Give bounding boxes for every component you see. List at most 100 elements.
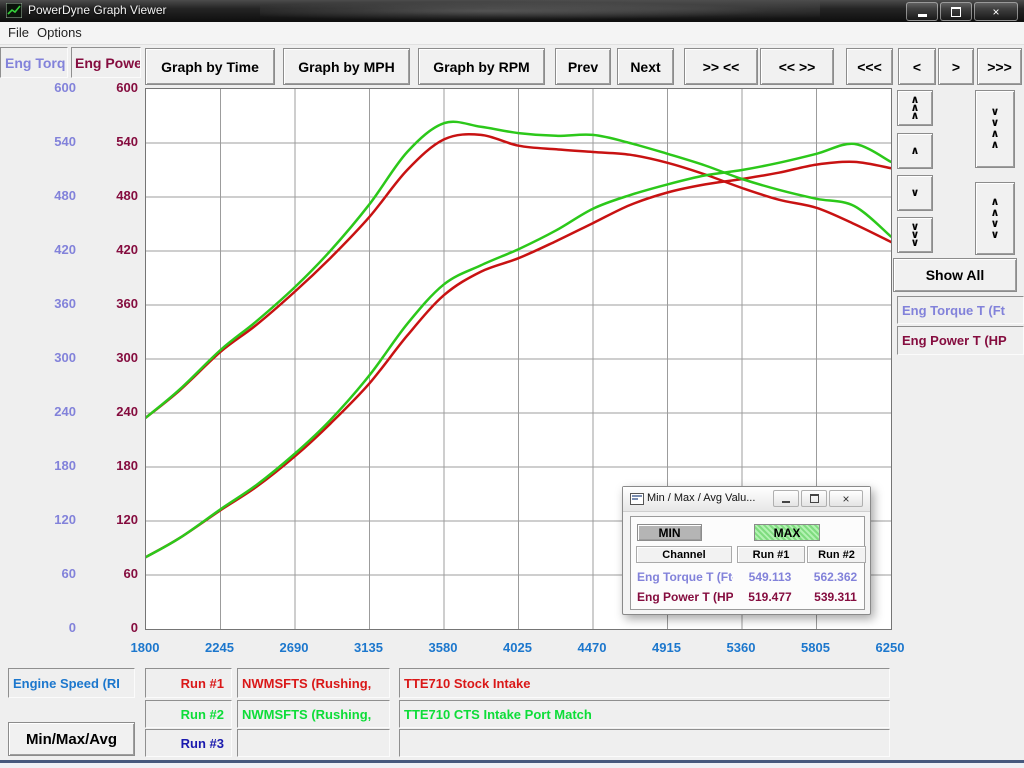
popup-row-run1-value: 519.477: [737, 590, 803, 604]
y-tick-torque: 540: [4, 134, 76, 150]
run-label-box-1: Run #1: [145, 668, 232, 698]
run-description-field-3[interactable]: [399, 729, 890, 757]
popup-close-button[interactable]: ×: [829, 490, 863, 507]
run-label: Run #3: [181, 736, 231, 751]
x-tick-rpm: 4025: [486, 640, 550, 656]
x-tick-rpm: 4470: [560, 640, 624, 656]
pan-right-fast-button[interactable]: >>>: [977, 48, 1022, 85]
y-tick-power: 120: [80, 512, 138, 528]
x-tick-rpm: 6250: [858, 640, 922, 656]
x-tick-rpm: 4915: [635, 640, 699, 656]
popup-minimize-button[interactable]: [773, 490, 799, 507]
y-tick-power: 480: [80, 188, 138, 204]
popup-form-icon: [630, 493, 644, 505]
pan-left-fast-button[interactable]: <<<: [846, 48, 893, 85]
y-tick-torque: 120: [4, 512, 76, 528]
scroll-up-fast-button[interactable]: ∧ ∧ ∧: [897, 90, 933, 126]
scroll-down-fast-icon: ∨ ∨ ∨: [911, 223, 920, 247]
titlebar[interactable]: PowerDyne Graph Viewer ×: [0, 0, 1024, 22]
window-frame-edge: [0, 763, 1024, 768]
graph-by-mph-button[interactable]: Graph by MPH: [283, 48, 410, 85]
show-all-button[interactable]: Show All: [893, 258, 1017, 292]
y-tick-power: 600: [80, 80, 138, 96]
y-tick-power: 300: [80, 350, 138, 366]
graph-by-rpm-button[interactable]: Graph by RPM: [418, 48, 545, 85]
y-tick-power: 420: [80, 242, 138, 258]
power-axis-header[interactable]: Eng Powe: [71, 47, 141, 78]
popup-header-run2[interactable]: Run #2: [807, 546, 866, 563]
pan-left-button[interactable]: <: [898, 48, 936, 85]
popup-restore-icon: [810, 494, 819, 503]
torque-axis-header[interactable]: Eng Torq: [0, 47, 68, 78]
scroll-down-button[interactable]: ∨: [897, 175, 933, 211]
next-button[interactable]: Next: [617, 48, 674, 85]
popup-header-run1[interactable]: Run #1: [737, 546, 805, 563]
powerdyne-window: PowerDyne Graph Viewer × File Options En…: [0, 0, 1024, 768]
run-source-text: NWMSFTS (Rushing,: [238, 707, 371, 722]
popup-header-channel[interactable]: Channel: [636, 546, 732, 563]
app-icon: [6, 3, 22, 18]
y-tick-power: 0: [80, 620, 138, 636]
channel-button-power[interactable]: Eng Power T (HP: [897, 326, 1024, 355]
power-axis-label: Eng Powe: [72, 55, 141, 71]
x-channel-button[interactable]: Engine Speed (RI: [8, 668, 135, 698]
run-description-text: TTE710 CTS Intake Port Match: [400, 707, 592, 722]
run-label-box-3: Run #3: [145, 729, 232, 757]
graph-by-time-button[interactable]: Graph by Time: [145, 48, 275, 85]
run-source-field-1[interactable]: NWMSFTS (Rushing,: [237, 668, 390, 698]
y-tick-power: 180: [80, 458, 138, 474]
close-icon: ×: [992, 6, 999, 18]
channel-torque-label: Eng Torque T (Ft: [902, 303, 1005, 318]
popup-titlebar[interactable]: Min / Max / Avg Valu... ×: [623, 487, 870, 512]
popup-restore-button[interactable]: [801, 490, 827, 507]
minmax-popup-window[interactable]: Min / Max / Avg Valu... × MIN MAX Channe…: [622, 486, 871, 615]
y-tick-power: 540: [80, 134, 138, 150]
popup-title: Min / Max / Avg Valu...: [647, 492, 755, 504]
y-tick-torque: 60: [4, 566, 76, 582]
x-channel-label: Engine Speed (RI: [9, 676, 120, 691]
menu-file[interactable]: File: [8, 25, 29, 40]
maximize-icon: [951, 7, 961, 17]
pan-right-button[interactable]: >: [938, 48, 974, 85]
run-label-box-2: Run #2: [145, 700, 232, 728]
window-title: PowerDyne Graph Viewer: [28, 3, 167, 17]
run-description-field-2[interactable]: TTE710 CTS Intake Port Match: [399, 700, 890, 728]
x-tick-rpm: 3580: [411, 640, 475, 656]
run-source-field-2[interactable]: NWMSFTS (Rushing,: [237, 700, 390, 728]
scroll-up-button[interactable]: ∧: [897, 133, 933, 169]
run-source-field-3[interactable]: [237, 729, 390, 757]
menu-options[interactable]: Options: [37, 25, 82, 40]
channel-button-torque[interactable]: Eng Torque T (Ft: [897, 296, 1024, 324]
max-toggle-button[interactable]: MAX: [754, 524, 820, 541]
scroll-down-fast-button[interactable]: ∨ ∨ ∨: [897, 217, 933, 253]
run-description-field-1[interactable]: TTE710 Stock Intake: [399, 668, 890, 698]
menubar: File Options: [0, 22, 1024, 45]
maximize-button[interactable]: [940, 2, 972, 21]
zoom-out-x-button[interactable]: << >>: [760, 48, 834, 85]
compress-vertical-button[interactable]: ∨ ∨ ∧ ∧: [975, 90, 1015, 168]
minimize-icon: [918, 14, 927, 17]
popup-row-run2-value: 539.311: [807, 590, 864, 604]
y-tick-torque: 360: [4, 296, 76, 312]
y-tick-power: 240: [80, 404, 138, 420]
zoom-in-x-button[interactable]: >> <<: [684, 48, 758, 85]
y-tick-torque: 480: [4, 188, 76, 204]
titlebar-glass: [260, 0, 820, 22]
popup-minimize-icon: [782, 501, 790, 503]
compress-vertical-icon: ∨ ∨ ∧ ∧: [991, 107, 1000, 151]
expand-vertical-button[interactable]: ∧ ∧ ∨ ∨: [975, 182, 1015, 255]
close-button[interactable]: ×: [974, 2, 1018, 21]
run-label: Run #1: [181, 676, 231, 691]
y-tick-power: 360: [80, 296, 138, 312]
minimize-button[interactable]: [906, 2, 938, 21]
y-tick-torque: 300: [4, 350, 76, 366]
run-description-text: TTE710 Stock Intake: [400, 676, 530, 691]
minmaxavg-button[interactable]: Min/Max/Avg: [8, 722, 135, 756]
popup-row-run1-value: 549.113: [737, 570, 803, 584]
min-toggle-button[interactable]: MIN: [637, 524, 702, 541]
prev-button[interactable]: Prev: [555, 48, 611, 85]
x-tick-rpm: 5805: [784, 640, 848, 656]
popup-row-run2-value: 562.362: [807, 570, 864, 584]
x-tick-rpm: 1800: [113, 640, 177, 656]
scroll-up-fast-icon: ∧ ∧ ∧: [911, 96, 920, 120]
